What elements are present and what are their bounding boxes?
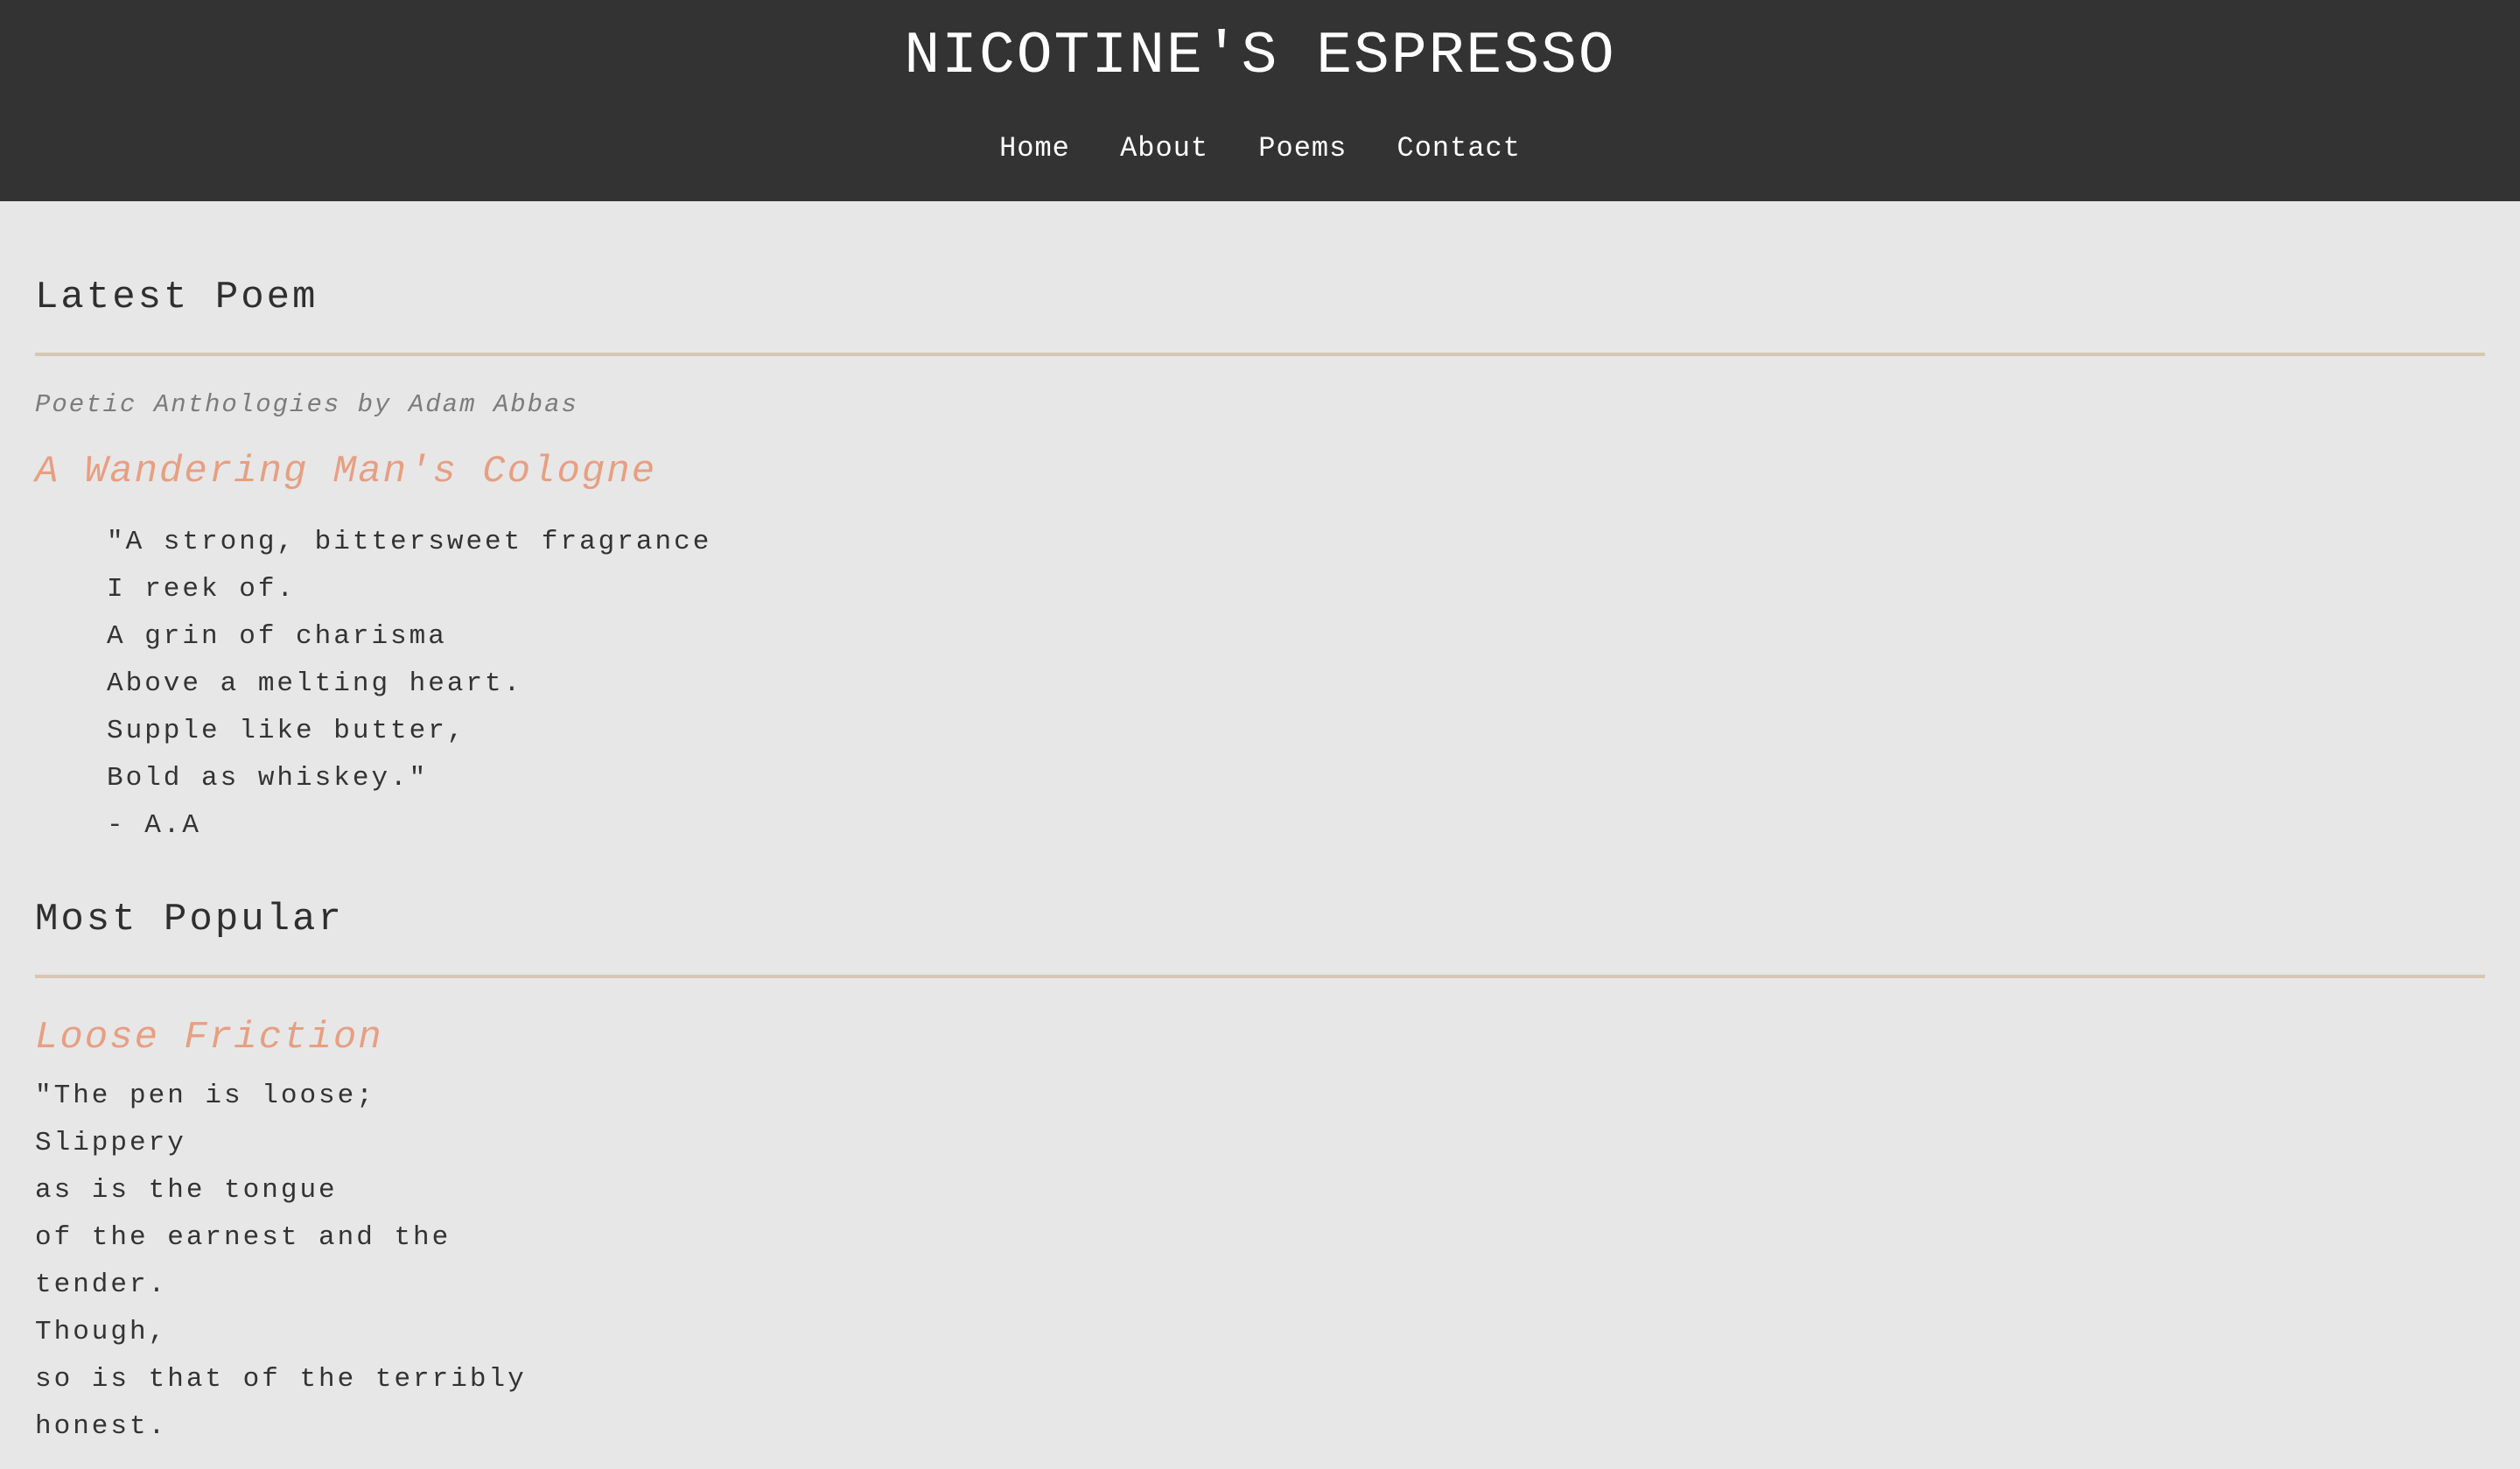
popular-poem-body: "The pen is loose; Slippery as is the to… (35, 1073, 2485, 1451)
latest-poem-section: Latest Poem Poetic Anthologies by Adam A… (35, 201, 2485, 850)
main-nav: Home About Poems Contact (0, 129, 2520, 168)
site-title: NICOTINE'S ESPRESSO (904, 23, 1616, 90)
poem-signature: - A.A (107, 810, 202, 841)
poem-line: of the earnest and the (35, 1222, 452, 1253)
poem-line: so is that of the terribly (35, 1364, 527, 1395)
poem-line: "A strong, bittersweet fragrance (107, 527, 712, 557)
section-divider (35, 975, 2485, 978)
latest-poem-body: "A strong, bittersweet fragrance I reek … (35, 519, 2485, 850)
poem-line: "The pen is loose; (35, 1081, 375, 1111)
poem-line: Though, (35, 1317, 168, 1347)
nav-link-home[interactable]: Home (999, 132, 1070, 164)
poem-line: Bold as whiskey." (107, 763, 429, 794)
poem-line: tender. (35, 1270, 168, 1300)
nav-link-poems[interactable]: Poems (1258, 132, 1347, 164)
nav-link-contact[interactable]: Contact (1397, 132, 1521, 164)
poem-line: honest. (35, 1411, 168, 1442)
latest-poem-heading: Latest Poem (35, 276, 318, 319)
section-divider (35, 353, 2485, 356)
main-content: Latest Poem Poetic Anthologies by Adam A… (0, 201, 2520, 1451)
poem-line: Supple like butter, (107, 716, 466, 746)
popular-poem-title[interactable]: Loose Friction (35, 1013, 2485, 1062)
nav-link-about[interactable]: About (1120, 132, 1208, 164)
latest-poem-title[interactable]: A Wandering Man's Cologne (35, 447, 2485, 496)
poem-line: I reek of. (107, 574, 297, 605)
most-popular-section: Most Popular Loose Friction "The pen is … (35, 893, 2485, 1451)
most-popular-heading: Most Popular (35, 898, 344, 941)
site-header: NICOTINE'S ESPRESSO Home About Poems Con… (0, 0, 2520, 201)
poem-line: A grin of charisma (107, 621, 447, 652)
poem-line: Above a melting heart. (107, 668, 523, 699)
poem-line: Slippery (35, 1128, 186, 1158)
byline: Poetic Anthologies by Adam Abbas (35, 390, 578, 419)
poem-line: as is the tongue (35, 1175, 338, 1206)
